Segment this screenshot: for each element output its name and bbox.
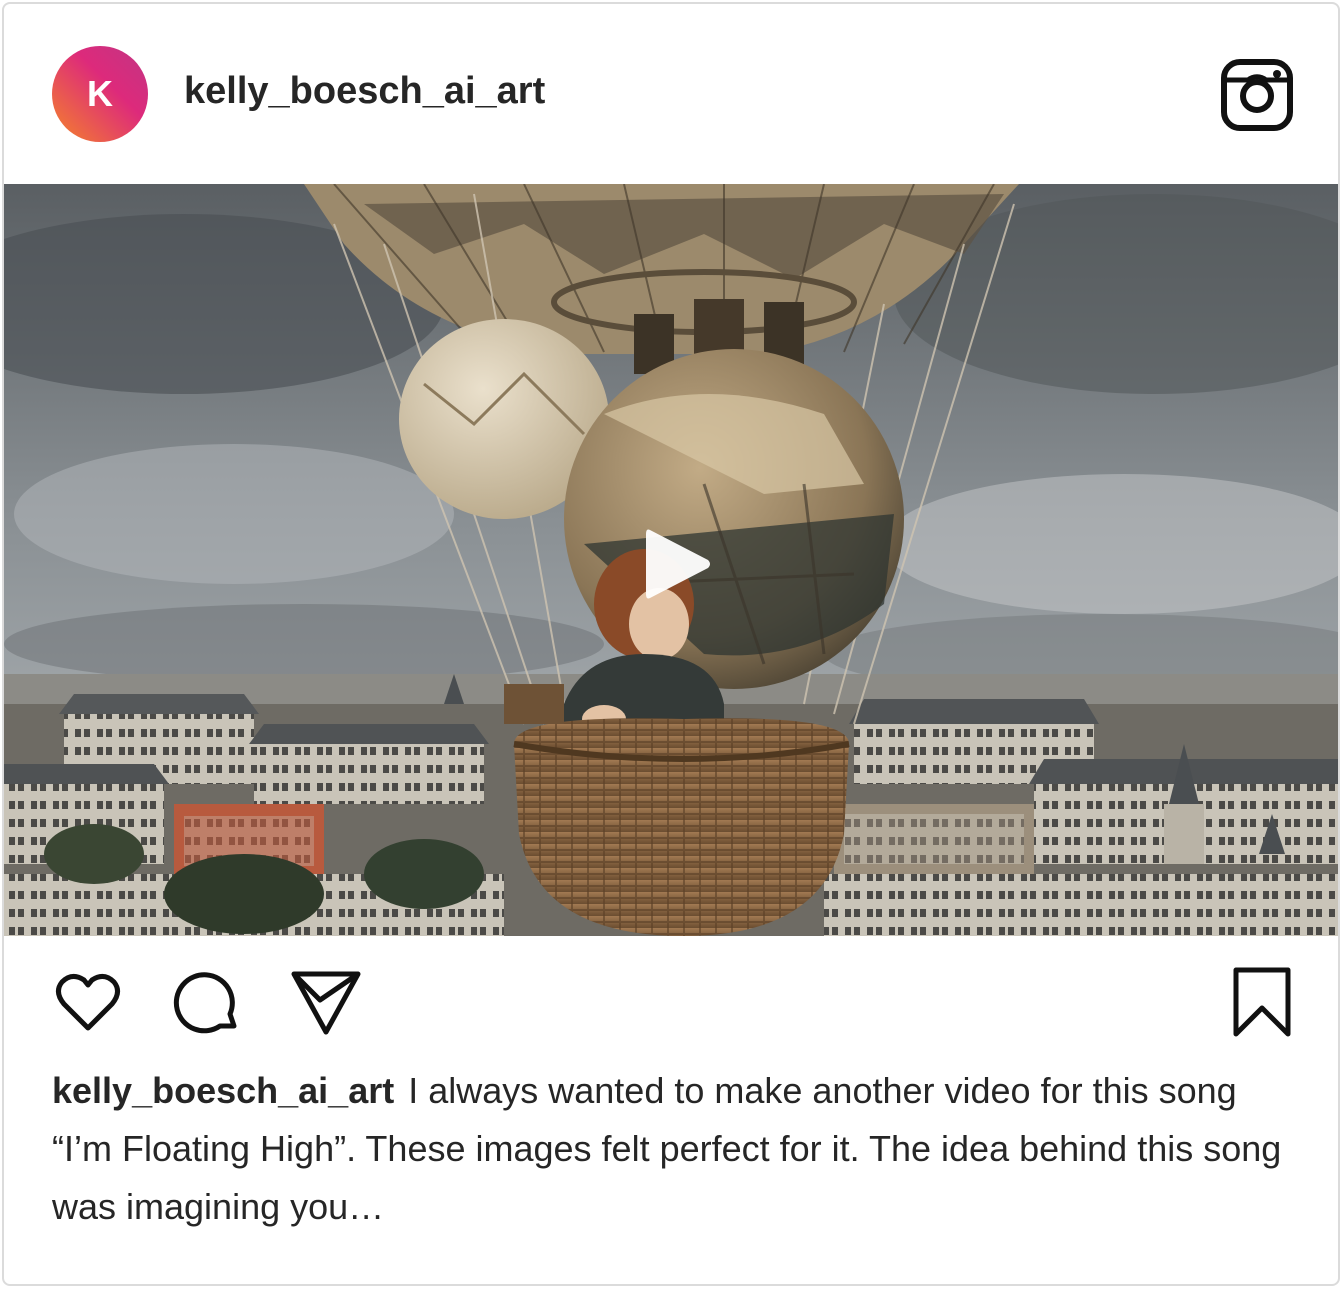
comment-icon[interactable] bbox=[172, 966, 244, 1038]
heart-icon[interactable] bbox=[52, 966, 124, 1038]
play-icon[interactable] bbox=[642, 524, 714, 604]
bookmark-icon[interactable] bbox=[1226, 966, 1298, 1038]
instagram-logo-icon[interactable] bbox=[1220, 58, 1294, 132]
post-video[interactable] bbox=[4, 184, 1338, 936]
avatar-letter: K bbox=[87, 73, 113, 114]
post-header: K kelly_boesch_ai_art bbox=[4, 4, 1338, 184]
avatar[interactable]: K bbox=[52, 46, 148, 142]
caption-username[interactable]: kelly_boesch_ai_art bbox=[52, 1070, 394, 1111]
action-bar bbox=[4, 966, 1338, 1046]
send-icon[interactable] bbox=[290, 966, 362, 1038]
instagram-post-card: K kelly_boesch_ai_art kelly_boesch_ai_ar… bbox=[2, 2, 1340, 1286]
post-caption: kelly_boesch_ai_art I always wanted to ma… bbox=[52, 1062, 1292, 1236]
post-username[interactable]: kelly_boesch_ai_art bbox=[184, 70, 545, 113]
